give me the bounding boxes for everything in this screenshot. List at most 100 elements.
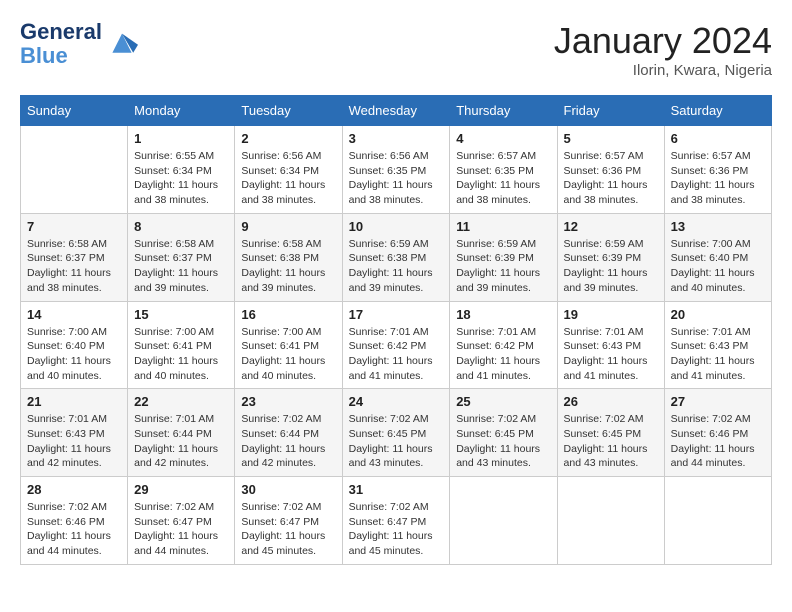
week-row-1: 1Sunrise: 6:55 AMSunset: 6:34 PMDaylight… xyxy=(21,126,772,214)
day-number: 6 xyxy=(671,131,765,146)
day-number: 22 xyxy=(134,394,228,409)
cell-info: Sunrise: 7:02 AMSunset: 6:47 PMDaylight:… xyxy=(134,500,228,559)
day-number: 15 xyxy=(134,307,228,322)
cell-info: Sunrise: 7:02 AMSunset: 6:45 PMDaylight:… xyxy=(349,412,444,471)
title-area: January 2024 Ilorin, Kwara, Nigeria xyxy=(554,20,772,79)
cell-info: Sunrise: 6:59 AMSunset: 6:39 PMDaylight:… xyxy=(564,237,658,296)
day-number: 31 xyxy=(349,482,444,497)
cell-info: Sunrise: 7:01 AMSunset: 6:43 PMDaylight:… xyxy=(27,412,121,471)
cell-info: Sunrise: 7:00 AMSunset: 6:40 PMDaylight:… xyxy=(27,325,121,384)
cell-info: Sunrise: 7:01 AMSunset: 6:44 PMDaylight:… xyxy=(134,412,228,471)
calendar-cell: 2 Sunrise: 6:56 AMSunset: 6:34 PMDaylight… xyxy=(235,126,342,214)
day-number: 4 xyxy=(456,131,550,146)
day-number: 17 xyxy=(349,307,444,322)
calendar-table: SundayMondayTuesdayWednesdayThursdayFrid… xyxy=(20,95,772,565)
week-row-5: 28 Sunrise: 7:02 AMSunset: 6:46 PMDayligh… xyxy=(21,477,772,565)
day-number: 23 xyxy=(241,394,335,409)
cell-info: Sunrise: 7:02 AMSunset: 6:45 PMDaylight:… xyxy=(564,412,658,471)
calendar-cell: 12 Sunrise: 6:59 AMSunset: 6:39 PMDayligh… xyxy=(557,213,664,301)
calendar-cell: 20Sunrise: 7:01 AMSunset: 6:43 PMDayligh… xyxy=(664,301,771,389)
cell-info: Sunrise: 7:00 AMSunset: 6:41 PMDaylight:… xyxy=(241,325,335,384)
logo-text: General Blue xyxy=(20,20,138,68)
calendar-cell: 7Sunrise: 6:58 AMSunset: 6:37 PMDaylight… xyxy=(21,213,128,301)
cell-info: Sunrise: 6:56 AMSunset: 6:34 PMDaylight:… xyxy=(241,149,335,208)
day-number: 3 xyxy=(349,131,444,146)
day-number: 8 xyxy=(134,219,228,234)
calendar-cell: 10 Sunrise: 6:59 AMSunset: 6:38 PMDayligh… xyxy=(342,213,450,301)
calendar-cell xyxy=(664,477,771,565)
cell-info: Sunrise: 6:57 AMSunset: 6:36 PMDaylight:… xyxy=(564,149,658,208)
calendar-cell: 1Sunrise: 6:55 AMSunset: 6:34 PMDaylight… xyxy=(128,126,235,214)
cell-info: Sunrise: 7:01 AMSunset: 6:42 PMDaylight:… xyxy=(456,325,550,384)
day-number: 18 xyxy=(456,307,550,322)
calendar-cell: 26Sunrise: 7:02 AMSunset: 6:45 PMDayligh… xyxy=(557,389,664,477)
calendar-cell xyxy=(557,477,664,565)
header-tuesday: Tuesday xyxy=(235,96,342,126)
cell-info: Sunrise: 7:02 AMSunset: 6:47 PMDaylight:… xyxy=(349,500,444,559)
day-number: 21 xyxy=(27,394,121,409)
calendar-cell xyxy=(450,477,557,565)
day-number: 25 xyxy=(456,394,550,409)
calendar-cell: 3Sunrise: 6:56 AMSunset: 6:35 PMDaylight… xyxy=(342,126,450,214)
header-wednesday: Wednesday xyxy=(342,96,450,126)
calendar-cell xyxy=(21,126,128,214)
calendar-cell: 24 Sunrise: 7:02 AMSunset: 6:45 PMDayligh… xyxy=(342,389,450,477)
day-number: 29 xyxy=(134,482,228,497)
week-row-3: 14Sunrise: 7:00 AMSunset: 6:40 PMDayligh… xyxy=(21,301,772,389)
calendar-cell: 25 Sunrise: 7:02 AMSunset: 6:45 PMDayligh… xyxy=(450,389,557,477)
cell-info: Sunrise: 7:02 AMSunset: 6:45 PMDaylight:… xyxy=(456,412,550,471)
day-number: 7 xyxy=(27,219,121,234)
day-number: 5 xyxy=(564,131,658,146)
page-header: General Blue January 2024 Ilorin, Kwara,… xyxy=(20,20,772,79)
cell-info: Sunrise: 7:01 AMSunset: 6:43 PMDaylight:… xyxy=(564,325,658,384)
calendar-cell: 8 Sunrise: 6:58 AMSunset: 6:37 PMDaylight… xyxy=(128,213,235,301)
day-number: 19 xyxy=(564,307,658,322)
calendar-cell: 28 Sunrise: 7:02 AMSunset: 6:46 PMDayligh… xyxy=(21,477,128,565)
calendar-cell: 6 Sunrise: 6:57 AMSunset: 6:36 PMDaylight… xyxy=(664,126,771,214)
cell-info: Sunrise: 7:01 AMSunset: 6:42 PMDaylight:… xyxy=(349,325,444,384)
day-number: 20 xyxy=(671,307,765,322)
calendar-cell: 13 Sunrise: 7:00 AMSunset: 6:40 PMDayligh… xyxy=(664,213,771,301)
week-row-4: 21 Sunrise: 7:01 AMSunset: 6:43 PMDayligh… xyxy=(21,389,772,477)
calendar-cell: 21 Sunrise: 7:01 AMSunset: 6:43 PMDayligh… xyxy=(21,389,128,477)
day-number: 24 xyxy=(349,394,444,409)
calendar-header-row: SundayMondayTuesdayWednesdayThursdayFrid… xyxy=(21,96,772,126)
calendar-cell: 29 Sunrise: 7:02 AMSunset: 6:47 PMDayligh… xyxy=(128,477,235,565)
cell-info: Sunrise: 6:59 AMSunset: 6:39 PMDaylight:… xyxy=(456,237,550,296)
cell-info: Sunrise: 6:55 AMSunset: 6:34 PMDaylight:… xyxy=(134,149,228,208)
logo: General Blue xyxy=(20,20,138,68)
calendar-cell: 18 Sunrise: 7:01 AMSunset: 6:42 PMDayligh… xyxy=(450,301,557,389)
logo-icon xyxy=(106,30,138,58)
calendar-cell: 27Sunrise: 7:02 AMSunset: 6:46 PMDayligh… xyxy=(664,389,771,477)
header-saturday: Saturday xyxy=(664,96,771,126)
calendar-cell: 30 Sunrise: 7:02 AMSunset: 6:47 PMDayligh… xyxy=(235,477,342,565)
header-friday: Friday xyxy=(557,96,664,126)
calendar-cell: 14Sunrise: 7:00 AMSunset: 6:40 PMDayligh… xyxy=(21,301,128,389)
day-number: 12 xyxy=(564,219,658,234)
calendar-cell: 16 Sunrise: 7:00 AMSunset: 6:41 PMDayligh… xyxy=(235,301,342,389)
day-number: 10 xyxy=(349,219,444,234)
calendar-cell: 11Sunrise: 6:59 AMSunset: 6:39 PMDayligh… xyxy=(450,213,557,301)
location: Ilorin, Kwara, Nigeria xyxy=(554,62,772,79)
cell-info: Sunrise: 7:00 AMSunset: 6:41 PMDaylight:… xyxy=(134,325,228,384)
calendar-cell: 22 Sunrise: 7:01 AMSunset: 6:44 PMDayligh… xyxy=(128,389,235,477)
day-number: 2 xyxy=(241,131,335,146)
cell-info: Sunrise: 6:59 AMSunset: 6:38 PMDaylight:… xyxy=(349,237,444,296)
cell-info: Sunrise: 6:58 AMSunset: 6:37 PMDaylight:… xyxy=(134,237,228,296)
calendar-cell: 23 Sunrise: 7:02 AMSunset: 6:44 PMDayligh… xyxy=(235,389,342,477)
cell-info: Sunrise: 7:02 AMSunset: 6:46 PMDaylight:… xyxy=(27,500,121,559)
day-number: 16 xyxy=(241,307,335,322)
header-monday: Monday xyxy=(128,96,235,126)
calendar-cell: 15 Sunrise: 7:00 AMSunset: 6:41 PMDayligh… xyxy=(128,301,235,389)
cell-info: Sunrise: 6:57 AMSunset: 6:36 PMDaylight:… xyxy=(671,149,765,208)
cell-info: Sunrise: 6:58 AMSunset: 6:38 PMDaylight:… xyxy=(241,237,335,296)
cell-info: Sunrise: 7:02 AMSunset: 6:47 PMDaylight:… xyxy=(241,500,335,559)
cell-info: Sunrise: 7:00 AMSunset: 6:40 PMDaylight:… xyxy=(671,237,765,296)
day-number: 30 xyxy=(241,482,335,497)
logo-general: General xyxy=(20,19,102,44)
day-number: 13 xyxy=(671,219,765,234)
day-number: 27 xyxy=(671,394,765,409)
calendar-cell: 5 Sunrise: 6:57 AMSunset: 6:36 PMDaylight… xyxy=(557,126,664,214)
cell-info: Sunrise: 7:02 AMSunset: 6:44 PMDaylight:… xyxy=(241,412,335,471)
day-number: 28 xyxy=(27,482,121,497)
